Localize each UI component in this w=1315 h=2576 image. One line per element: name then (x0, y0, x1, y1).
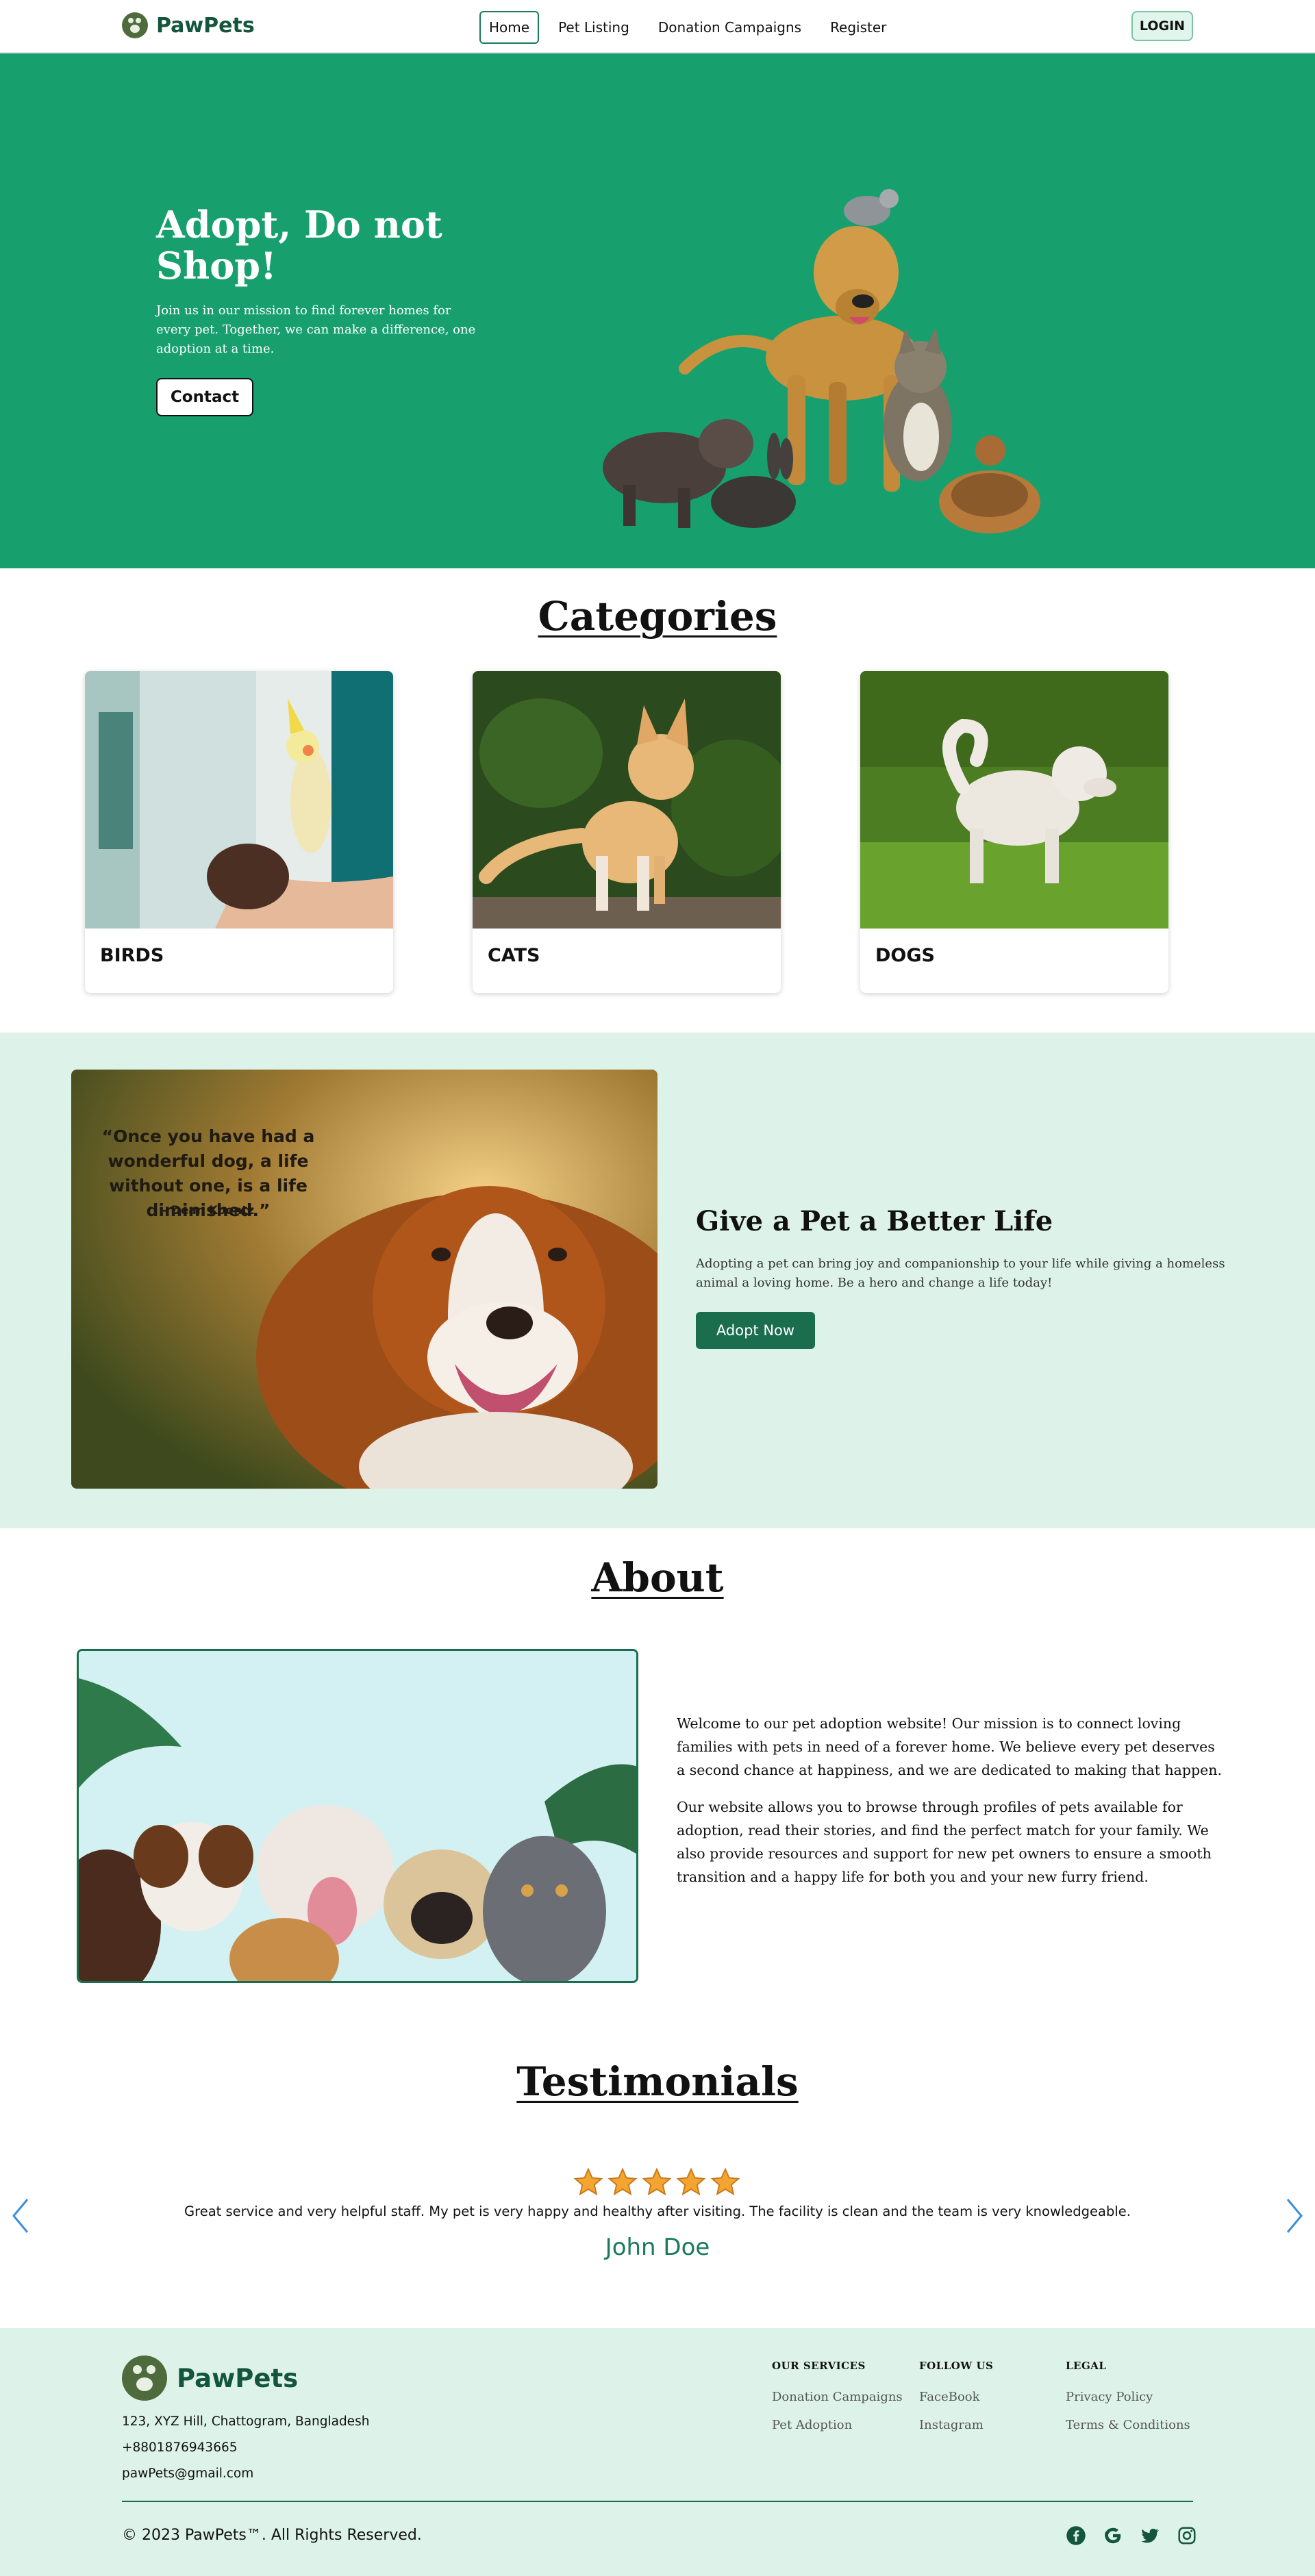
footer-phone: +8801876943665 (122, 2440, 238, 2455)
footer-legal-title: LEGAL (1066, 2360, 1107, 2372)
category-card-dogs[interactable]: DOGS (860, 671, 1168, 993)
testimonial-text: Great service and very helpful staff. My… (184, 2204, 1131, 2219)
about-pets-image (77, 1649, 638, 1983)
footer-services-title: OUR SERVICES (772, 2360, 866, 2372)
dogs-image (860, 671, 1168, 929)
quote-author: - Dean Koontz (162, 1204, 255, 1217)
star-icon (676, 2167, 706, 2196)
footer-divider (122, 2501, 1193, 2502)
footer: PawPets 123, XYZ Hill, Chattogram, Bangl… (0, 2328, 1315, 2576)
about-text: Welcome to our pet adoption website! Our… (677, 1712, 1225, 1902)
star-icon (642, 2167, 672, 2196)
nav-links: Home Pet Listing Donation Campaigns Regi… (479, 11, 896, 44)
hero-animals-image (603, 189, 1040, 533)
adopt-title: Give a Pet a Better Life (696, 1205, 1053, 1237)
star-icon (710, 2167, 740, 2196)
top-navbar: PawPets Home Pet Listing Donation Campai… (0, 0, 1315, 53)
brand-name: PawPets (156, 13, 255, 38)
category-label-dogs: DOGS (875, 945, 935, 966)
footer-legal-column: LEGAL Privacy Policy Terms & Conditions (1066, 2360, 1190, 2432)
nav-link-donation-campaigns[interactable]: Donation Campaigns (649, 11, 811, 44)
twitter-icon[interactable] (1140, 2525, 1160, 2546)
nav-link-home[interactable]: Home (479, 11, 540, 44)
adopt-section: “Once you have had a wonderful dog, a li… (0, 1033, 1315, 1528)
brand-logo-link[interactable]: PawPets (122, 12, 255, 38)
category-label-cats: CATS (488, 945, 540, 966)
rating-stars (573, 2167, 741, 2198)
testimonial-author: John Doe (605, 2234, 710, 2261)
footer-follow-title: FOLLOW US (919, 2360, 994, 2372)
star-icon (608, 2167, 638, 2196)
footer-link-pet-adoption[interactable]: Pet Adoption (772, 2418, 903, 2432)
footer-services-column: OUR SERVICES Donation Campaigns Pet Adop… (772, 2360, 903, 2432)
paw-logo-icon (122, 12, 148, 38)
footer-brand[interactable]: PawPets (122, 2356, 298, 2401)
footer-link-privacy-policy[interactable]: Privacy Policy (1066, 2390, 1190, 2404)
footer-follow-column: FOLLOW US FaceBook Instagram (919, 2360, 993, 2432)
testimonials-title: Testimonials (516, 2058, 799, 2105)
star-icon (573, 2167, 603, 2196)
footer-address: 123, XYZ Hill, Chattogram, Bangladesh (122, 2414, 370, 2429)
adopt-now-button[interactable]: Adopt Now (696, 1312, 815, 1349)
about-paragraph-1: Welcome to our pet adoption website! Our… (677, 1715, 1222, 1778)
cats-image (473, 671, 781, 929)
footer-link-instagram[interactable]: Instagram (919, 2418, 993, 2432)
categories-title: Categories (538, 593, 777, 640)
footer-link-facebook[interactable]: FaceBook (919, 2390, 993, 2404)
category-card-cats[interactable]: CATS (473, 671, 781, 993)
footer-email: pawPets@gmail.com (122, 2466, 254, 2481)
facebook-icon[interactable] (1066, 2525, 1086, 2546)
category-label-birds: BIRDS (100, 945, 164, 966)
footer-copyright: © 2023 PawPets™. All Rights Reserved. (122, 2527, 422, 2544)
page: { "nav": { "brand": "PawPets", "links": … (0, 0, 1315, 2576)
about-title: About (591, 1554, 724, 1601)
nav-link-pet-listing[interactable]: Pet Listing (549, 11, 639, 44)
footer-link-terms[interactable]: Terms & Conditions (1066, 2418, 1190, 2432)
about-paragraph-2: Our website allows you to browse through… (677, 1799, 1212, 1885)
adopt-description: Adopting a pet can bring joy and compani… (696, 1257, 1225, 1290)
hero-title: Adopt, Do not Shop! (156, 203, 442, 288)
hero-banner: Adopt, Do not Shop! Join us in our missi… (0, 53, 1315, 568)
contact-button[interactable]: Contact (156, 378, 253, 416)
footer-brand-name: PawPets (177, 2363, 299, 2393)
nav-link-register[interactable]: Register (821, 11, 896, 44)
google-icon[interactable] (1103, 2525, 1123, 2546)
adopt-dog-image: “Once you have had a wonderful dog, a li… (71, 1070, 658, 1489)
footer-link-donation-campaigns[interactable]: Donation Campaigns (772, 2390, 903, 2404)
instagram-icon[interactable] (1177, 2525, 1197, 2546)
footer-social-icons (1066, 2525, 1197, 2546)
login-button[interactable]: LOGIN (1131, 11, 1193, 41)
paw-logo-icon (122, 2356, 167, 2401)
hero-description: Join us in our mission to find forever h… (156, 303, 476, 356)
birds-image (85, 671, 393, 929)
pets-group-photo (79, 1651, 636, 1981)
category-card-birds[interactable]: BIRDS (85, 671, 393, 993)
